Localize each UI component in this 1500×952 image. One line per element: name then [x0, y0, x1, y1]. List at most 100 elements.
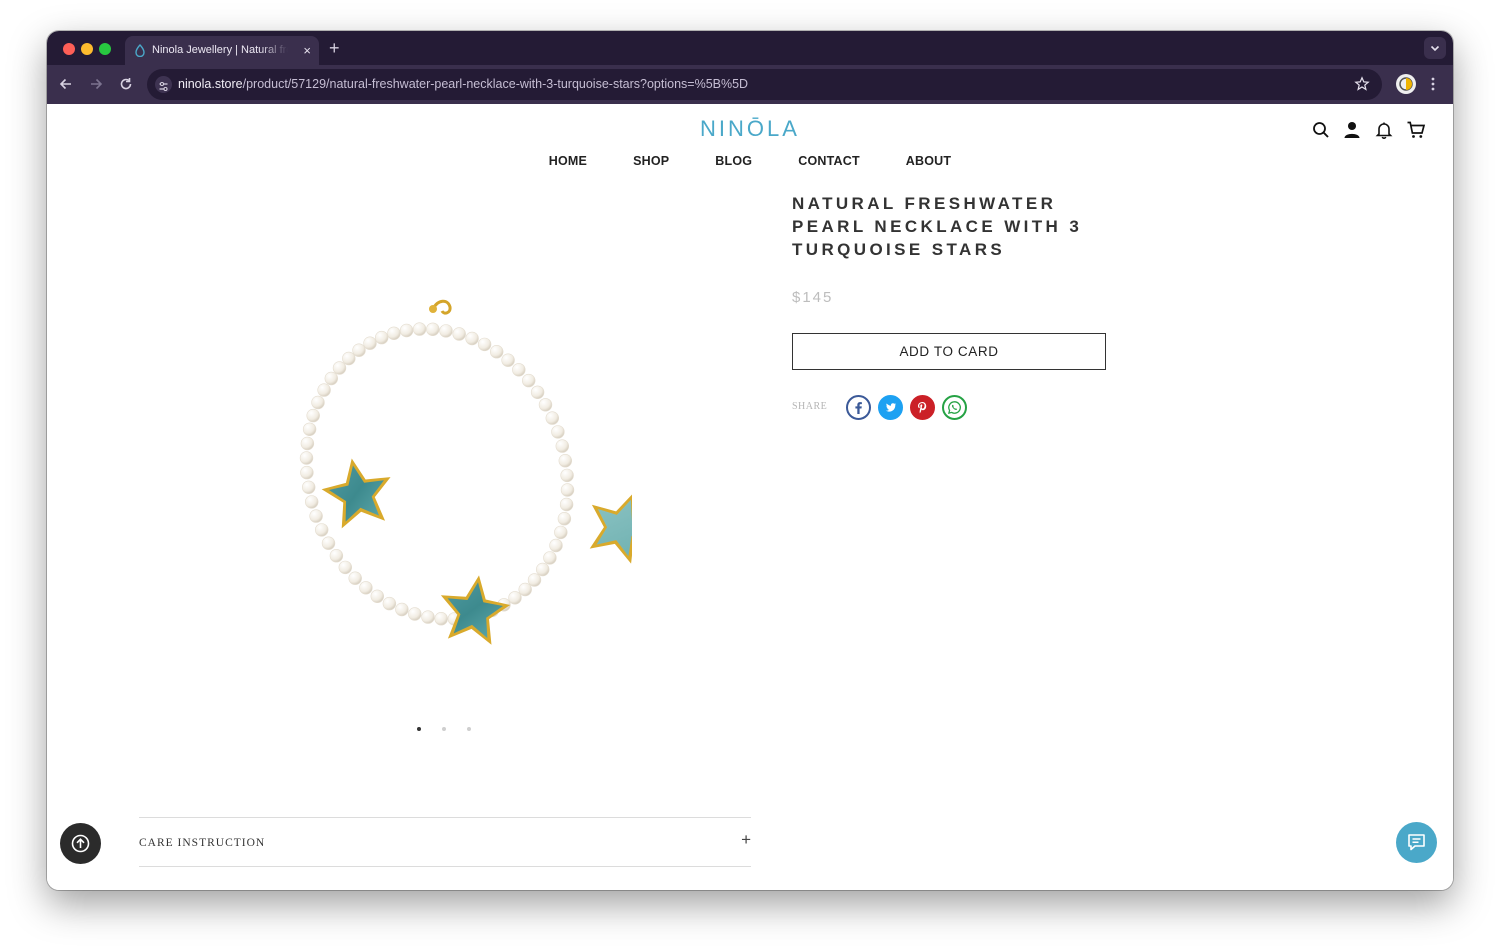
browser-toolbar: ninola.store/product/57129/natural-fresh… — [47, 65, 1453, 104]
pearl — [311, 395, 325, 410]
pearl — [395, 602, 409, 617]
main-navigation: HOME SHOP BLOG CONTACT ABOUT — [47, 152, 1453, 170]
share-label: SHARE — [792, 401, 828, 412]
turquoise-star-right — [589, 493, 632, 564]
pearl — [501, 353, 515, 367]
scroll-to-top-button[interactable] — [60, 823, 101, 864]
chat-button[interactable] — [1396, 822, 1437, 863]
pearl — [543, 551, 557, 565]
pearl — [332, 361, 347, 375]
maximize-window-button[interactable] — [99, 43, 111, 55]
pearl — [304, 495, 319, 509]
chevron-down-icon — [1430, 45, 1440, 52]
pearl — [300, 465, 314, 480]
pearl — [299, 451, 314, 465]
pearl — [301, 480, 316, 495]
turquoise-star-bottom — [440, 575, 511, 645]
pearl — [559, 497, 574, 512]
pearl — [408, 607, 422, 621]
add-to-cart-button[interactable]: ADD TO CARD — [792, 333, 1106, 370]
pearl — [560, 483, 575, 497]
user-icon[interactable] — [1342, 120, 1362, 140]
gallery-dot-3[interactable] — [467, 727, 471, 731]
pearl — [490, 344, 504, 359]
tab-search-button[interactable] — [1424, 37, 1446, 59]
pearl — [314, 523, 329, 537]
pearl — [306, 408, 320, 423]
gallery-dot-1[interactable] — [417, 727, 421, 731]
minimize-window-button[interactable] — [81, 43, 93, 55]
pearl — [374, 330, 389, 345]
pearl — [421, 610, 435, 624]
care-instruction-accordion[interactable]: CARE INSTRUCTION + — [139, 817, 751, 867]
pinterest-icon[interactable] — [910, 395, 935, 420]
pearl — [522, 373, 536, 388]
pearl — [321, 536, 336, 550]
pearl — [527, 573, 542, 587]
pearl — [324, 371, 339, 386]
pearl — [538, 398, 553, 412]
pearl — [302, 422, 317, 437]
browser-tab[interactable]: Ninola Jewellery | Natural freshwater × — [125, 36, 319, 65]
pearl — [434, 612, 448, 626]
pearl — [359, 581, 373, 595]
pearl — [352, 343, 366, 357]
expand-plus-icon[interactable]: + — [741, 830, 751, 850]
pearl — [317, 383, 331, 397]
pearl — [545, 411, 559, 425]
pearl — [557, 512, 572, 526]
browser-window: Ninola Jewellery | Natural freshwater × … — [47, 31, 1453, 890]
site-logo[interactable]: NINŌLA — [47, 116, 1453, 142]
search-icon[interactable] — [1311, 120, 1331, 140]
gallery-dot-2[interactable] — [442, 727, 446, 731]
twitter-icon[interactable] — [878, 395, 903, 420]
site-settings-icon[interactable] — [155, 76, 172, 93]
bookmark-star-icon[interactable] — [1354, 76, 1370, 92]
pearl — [338, 560, 353, 575]
product-price: $145 — [792, 289, 834, 306]
nav-blog[interactable]: BLOG — [715, 154, 752, 168]
tab-title: Ninola Jewellery | Natural freshwater — [152, 44, 288, 56]
pearl — [551, 425, 565, 439]
pearl — [530, 385, 545, 400]
pearl — [399, 323, 414, 338]
profile-avatar-icon[interactable] — [1396, 74, 1416, 94]
pearl — [558, 454, 572, 468]
facebook-icon[interactable] — [846, 395, 871, 420]
pearl — [549, 538, 563, 553]
cart-icon[interactable] — [1406, 120, 1426, 140]
reload-icon[interactable] — [117, 75, 135, 93]
pearl — [512, 363, 526, 377]
care-instruction-label: CARE INSTRUCTION — [139, 837, 266, 849]
web-page: NINŌLA HOME SHOP BLOG CONTACT ABOUT NATU… — [47, 104, 1453, 890]
pearl — [554, 525, 568, 540]
turquoise-star-left — [321, 458, 391, 529]
pearl — [412, 322, 427, 336]
pearl — [477, 337, 492, 352]
forward-arrow-icon[interactable] — [87, 75, 105, 93]
arrow-up-icon — [71, 834, 90, 853]
address-bar[interactable]: ninola.store/product/57129/natural-fresh… — [147, 69, 1382, 100]
back-arrow-icon[interactable] — [57, 75, 75, 93]
bell-icon[interactable] — [1374, 120, 1394, 140]
pearl — [452, 327, 466, 341]
url-path: /product/57129/natural-freshwater-pearl-… — [242, 77, 749, 91]
pearl — [363, 336, 377, 350]
whatsapp-icon[interactable] — [942, 395, 967, 420]
header-actions — [1311, 120, 1431, 142]
tab-close-icon[interactable]: × — [303, 36, 311, 65]
pearl — [329, 549, 344, 563]
product-title: NATURAL FRESHWATER PEARL NECKLACE WITH 3… — [792, 194, 1083, 259]
nav-shop[interactable]: SHOP — [633, 154, 669, 168]
nav-home[interactable]: HOME — [549, 154, 587, 168]
nav-about[interactable]: ABOUT — [906, 154, 951, 168]
url-host: ninola.store — [178, 77, 243, 91]
tab-bar: Ninola Jewellery | Natural freshwater × … — [47, 31, 1453, 65]
nav-contact[interactable]: CONTACT — [798, 154, 860, 168]
pearl — [508, 591, 522, 605]
more-menu-icon[interactable] — [1428, 75, 1438, 93]
product-image[interactable] — [252, 289, 632, 719]
new-tab-button[interactable]: + — [329, 36, 340, 60]
close-window-button[interactable] — [63, 43, 75, 55]
pearl — [370, 589, 385, 603]
